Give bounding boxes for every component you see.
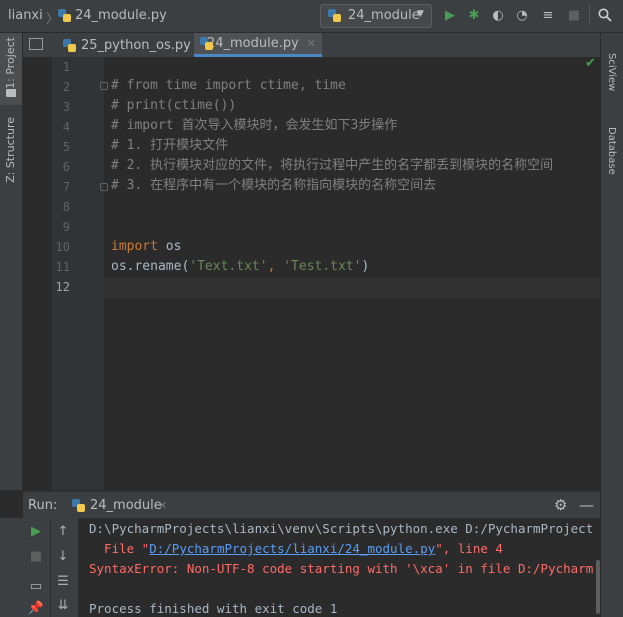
debug-icon[interactable]: ✱ [466, 7, 482, 23]
breadcrumb-project[interactable]: lianxi [8, 8, 43, 23]
side-divider [50, 518, 51, 617]
string-literal: 'Test.txt' [283, 259, 362, 274]
run-with-coverage-icon[interactable]: ◐ [490, 7, 506, 23]
close-icon[interactable]: ✕ [307, 37, 316, 50]
python-file-icon [58, 9, 76, 26]
tab-list-icon[interactable] [29, 38, 43, 50]
console-exit-line: Process finished with exit code 1 [89, 601, 338, 616]
database-tool-label[interactable]: Database [606, 127, 617, 175]
call-end: ) [361, 259, 370, 274]
up-arrow-icon[interactable]: ↑ [55, 523, 71, 539]
line-number: 9 [62, 220, 70, 234]
run-tab-label[interactable]: 24_module [90, 498, 162, 513]
python-config-icon [328, 9, 346, 26]
rerun-icon[interactable]: ▶ [28, 523, 44, 539]
keyword-import: import [111, 239, 158, 254]
line-number: 3 [62, 100, 70, 114]
profile-icon[interactable]: ◔ [514, 7, 530, 23]
run-side-toolbar: ▶ ■ ▭ 📌 ↑ ↓ ☰ ⇊ [0, 518, 79, 617]
code-line-6: # 2. 执行模块对应的文件，将执行过程中产生的名字都丢到模块的名称空间 [111, 158, 554, 173]
sciview-tool-label[interactable]: SciView [606, 53, 617, 91]
structure-tool-label: Z: Structure [4, 117, 17, 183]
toolbar-divider [589, 4, 590, 26]
line-number: 5 [62, 140, 70, 154]
gear-icon[interactable]: ⚙ [554, 496, 567, 514]
line-number: 1 [62, 60, 70, 74]
breadcrumb-file[interactable]: 24_module.py [75, 8, 167, 23]
code-line-7: # 3. 在程序中有一个模块的名称指向模块的名称空间去 [111, 178, 437, 193]
scroll-to-end-icon[interactable]: ⇊ [55, 597, 71, 613]
navigation-bar: lianxi 〉 24_module.py 24_module ▼ ▶ ✱ ◐ … [0, 0, 623, 33]
python-run-icon [72, 499, 90, 516]
stop-icon[interactable]: ■ [566, 7, 582, 23]
module-name: os [157, 239, 182, 254]
tab-24-module[interactable]: 24_module.py ✕ [194, 33, 322, 57]
code-line-3: # print(ctime()) [111, 98, 237, 113]
build-icon[interactable]: ≡ [540, 7, 556, 23]
run-configuration-dropdown[interactable]: 24_module ▼ [320, 4, 432, 28]
code-line-5: # 1. 打开模块文件 [111, 138, 229, 153]
close-icon[interactable]: ✕ [158, 499, 167, 512]
python-file-icon [63, 38, 76, 52]
search-icon[interactable] [597, 7, 613, 23]
tab-label: 24_module.py [206, 36, 299, 51]
file-link[interactable]: D:/PycharmProjects/lianxi/24_module.py [149, 541, 435, 556]
run-tool-window-header: Run: 24_module ✕ ⚙ — [23, 491, 600, 519]
comma: , [267, 259, 284, 274]
console-command-line: D:\PycharmProjects\lianxi\venv\Scripts\p… [89, 521, 594, 536]
tab-25-python-os[interactable]: 25_python_os.py ✕ [57, 33, 214, 57]
string-literal: 'Text.txt' [189, 259, 268, 274]
code-line-11: os.rename('Text.txt', 'Test.txt') [111, 257, 369, 277]
inspection-ok-icon[interactable]: ✔ [585, 56, 596, 71]
tab-label: 25_python_os.py [81, 37, 191, 53]
fold-start-icon[interactable] [100, 82, 108, 90]
restore-layout-icon[interactable]: ▭ [28, 578, 44, 594]
console-file-line: File "D:/PycharmProjects/lianxi/24_modul… [89, 541, 503, 556]
right-tool-strip: SciView Database [600, 33, 623, 617]
run-icon[interactable]: ▶ [442, 7, 458, 23]
line-number: 10 [55, 240, 70, 254]
line-number: 12 [55, 280, 70, 294]
file-line-suffix: ", line 4 [435, 541, 503, 556]
fold-end-icon[interactable] [100, 183, 108, 191]
folder-icon [6, 89, 16, 97]
code-line-2: # from time import ctime, time [111, 78, 346, 93]
line-number: 6 [62, 160, 70, 174]
run-label: Run: [28, 498, 58, 513]
line-number: 8 [62, 200, 70, 214]
left-tool-strip: 1: Project Z: Structure [0, 33, 23, 490]
current-line-highlight [104, 278, 600, 298]
project-tool-button[interactable]: 1: Project [0, 33, 22, 105]
code-line-4: # import 首次导入模块时，会发生如下3步操作 [111, 118, 398, 133]
pin-icon[interactable]: 📌 [28, 600, 44, 616]
editor-tab-bar: 25_python_os.py ✕ 24_module.py ✕ [23, 33, 600, 57]
run-config-label: 24_module [348, 8, 420, 23]
call-start: os.rename( [111, 259, 190, 274]
line-gutter: 1 2 3 4 5 6 7 8 9 10 11 12 [52, 57, 104, 490]
python-file-icon [200, 37, 213, 50]
soft-wrap-icon[interactable]: ☰ [55, 573, 71, 589]
line-number: 11 [55, 260, 70, 274]
line-number: 2 [62, 80, 70, 94]
stop-icon[interactable]: ■ [28, 548, 44, 564]
chevron-down-icon: ▼ [417, 9, 424, 19]
down-arrow-icon[interactable]: ↓ [55, 548, 71, 564]
line-number: 4 [62, 120, 70, 134]
minimize-icon[interactable]: — [579, 496, 594, 514]
structure-tool-button[interactable]: Z: Structure [0, 117, 22, 207]
file-line-prefix: File " [89, 541, 150, 556]
console-error-line: SyntaxError: Non-UTF-8 code starting wit… [89, 561, 594, 576]
project-tool-label: 1: Project [4, 37, 17, 89]
code-line-10: import os [111, 237, 181, 257]
line-number: 7 [62, 180, 70, 194]
